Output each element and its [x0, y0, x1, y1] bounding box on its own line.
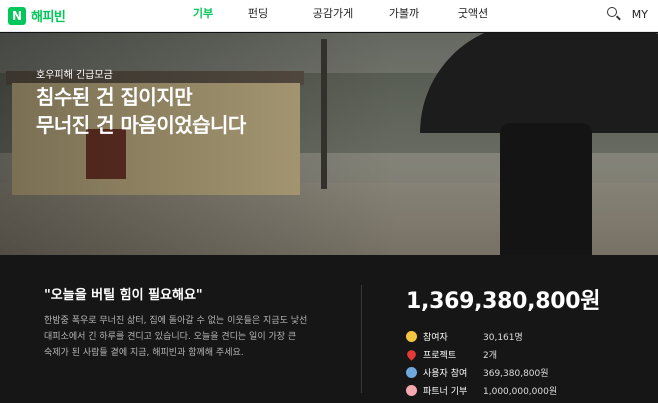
hero-title-line2: 무너진 건 마음이었습니다 — [36, 113, 246, 137]
header-tools: MY — [606, 6, 648, 22]
stat-label: 프로젝트 — [423, 350, 457, 361]
campaign-stats: 참여자 30,161명 프로젝트 2개 사용자 참여 369,380,800원 … — [405, 327, 557, 399]
nav-shall-we-go[interactable]: 가볼까 — [373, 0, 435, 32]
campaign-description: 한밤중 폭우로 무너진 삶터, 집에 돌아갈 수 없는 이웃들은 지금도 낯선 … — [44, 313, 334, 361]
stat-value: 2개 — [483, 350, 498, 361]
search-icon[interactable] — [606, 6, 622, 22]
campaign-description-line1: 한밤중 폭우로 무너진 삶터, 집에 돌아갈 수 없는 이웃들은 지금도 낯선 — [44, 316, 308, 326]
hero-banner[interactable]: 호우피해 긴급모금 침수된 건 집이지만 무너진 건 마음이었습니다 — [0, 33, 658, 255]
my-page-link[interactable]: MY — [632, 8, 648, 21]
divider — [361, 285, 362, 393]
campaign-quote: "오늘을 버틸 힘이 필요해요" — [44, 288, 203, 303]
hero-title-line1: 침수된 건 집이지만 — [36, 85, 193, 109]
naver-logo-icon: N — [8, 6, 26, 25]
user-icon — [406, 366, 417, 378]
nav-donate[interactable]: 기부 — [183, 0, 223, 32]
happybean-logo[interactable]: N 해피빈 — [8, 6, 66, 25]
logo-text: 해피빈 — [31, 10, 66, 25]
heart-icon — [405, 347, 418, 361]
stat-participants: 참여자 30,161명 — [406, 327, 557, 345]
main-nav: 기부 펀딩 공감가게 가볼까 굿액션 — [183, 0, 511, 32]
nav-funding[interactable]: 펀딩 — [223, 0, 293, 32]
nav-good-action[interactable]: 굿액션 — [435, 0, 511, 32]
stat-user-participation: 사용자 참여 369,380,800원 — [406, 363, 557, 381]
stat-value: 369,380,800원 — [483, 368, 549, 379]
stat-label: 파트너 기부 — [423, 386, 468, 397]
top-navigation-bar: N 해피빈 기부 펀딩 공감가게 가볼까 굿액션 MY — [0, 0, 658, 32]
stat-partner-donation: 파트너 기부 1,000,000,000원 — [406, 381, 557, 399]
stat-value: 1,000,000,000원 — [483, 386, 558, 397]
hand-icon — [406, 384, 417, 396]
nav-empathy-store[interactable]: 공감가게 — [293, 0, 373, 32]
stat-label: 사용자 참여 — [423, 368, 468, 379]
stat-label: 참여자 — [423, 332, 448, 343]
hero-title: 침수된 건 집이지만 무너진 건 마음이었습니다 — [36, 83, 246, 139]
campaign-summary: "오늘을 버틸 힘이 필요해요" 한밤중 폭우로 무너진 삶터, 집에 돌아갈 … — [0, 255, 658, 403]
total-raised-amount: 1,369,380,800원 — [406, 289, 601, 314]
stat-projects: 프로젝트 2개 — [405, 345, 557, 363]
smile-icon — [406, 330, 417, 342]
campaign-description-line3: 숙제가 된 사람들 곁에 지금, 해피빈과 함께해 주세요. — [44, 348, 244, 358]
stat-value: 30,161명 — [483, 332, 523, 343]
hero-tag: 호우피해 긴급모금 — [36, 70, 113, 81]
campaign-description-line2: 대피소에서 긴 하루를 견디고 있습니다. 오늘을 견디는 일이 가장 큰 — [44, 332, 297, 342]
